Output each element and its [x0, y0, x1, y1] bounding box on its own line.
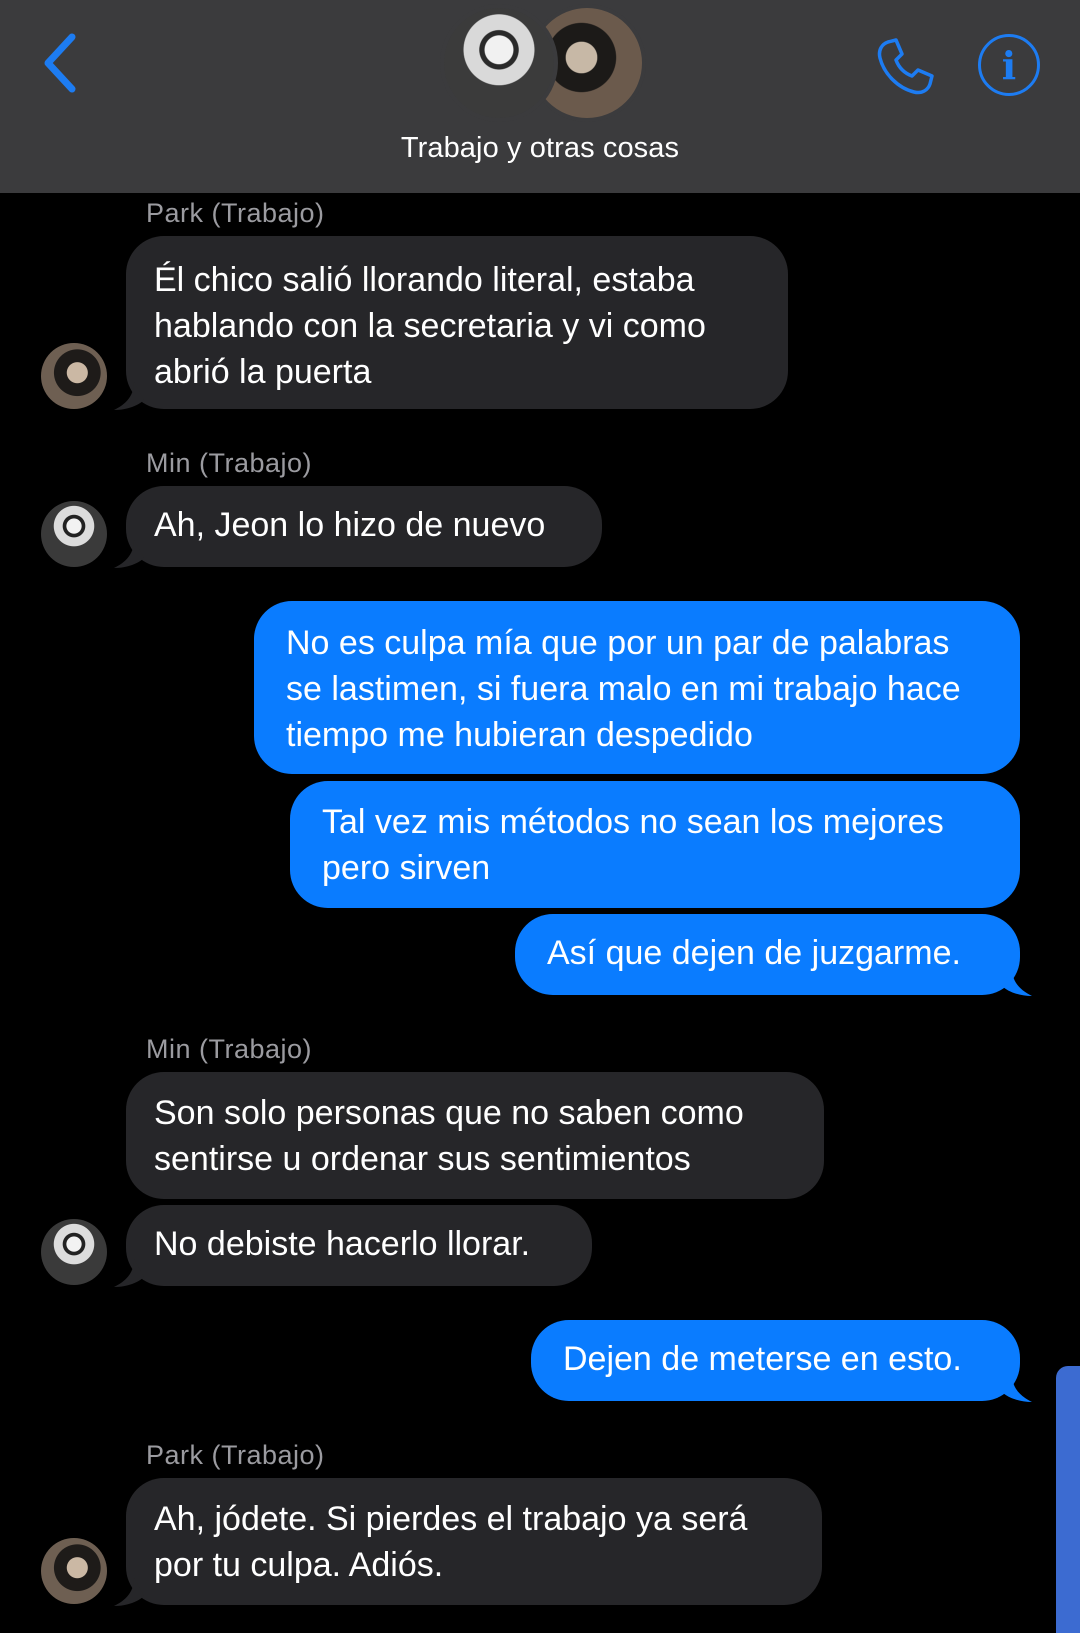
group-avatars[interactable] [440, 4, 646, 122]
sender-name: Min (Trabajo) [146, 448, 313, 478]
avatar[interactable] [41, 1219, 107, 1285]
back-button[interactable] [30, 28, 90, 98]
message-bubble-outgoing[interactable]: No es culpa mía que por un par de palabr… [254, 601, 1020, 774]
avatar[interactable] [41, 1538, 107, 1604]
group-title[interactable]: Trabajo y otras cosas [0, 132, 1080, 165]
call-button[interactable] [870, 32, 940, 102]
message-bubble-incoming[interactable]: Ah, Jeon lo hizo de nuevo [126, 486, 602, 567]
bubble-tail [114, 540, 144, 568]
bubble-tail [114, 1578, 144, 1606]
sender-name: Park (Trabajo) [146, 198, 325, 228]
bubble-tail [1002, 968, 1032, 996]
avatar[interactable] [41, 501, 107, 567]
sender-name: Park (Trabajo) [146, 1440, 325, 1470]
bubble-tail [1002, 1374, 1032, 1402]
info-icon: i [1001, 42, 1017, 88]
message-bubble-outgoing[interactable]: Dejen de meterse en esto. [531, 1320, 1020, 1401]
avatar[interactable] [41, 343, 107, 409]
message-bubble-incoming[interactable]: Él chico salió llorando literal, estaba … [126, 236, 788, 409]
bubble-tail [114, 382, 144, 410]
bubble-tail [114, 1259, 144, 1287]
message-bubble-outgoing[interactable]: Así que dejen de juzgarme. [515, 914, 1020, 995]
message-bubble-incoming[interactable]: No debiste hacerlo llorar. [126, 1205, 592, 1286]
message-bubble-incoming[interactable]: Son solo personas que no saben como sent… [126, 1072, 824, 1199]
phone-icon [877, 38, 934, 95]
conversation-header: Trabajo y otras cosas i [0, 0, 1080, 193]
chevron-left-icon [44, 33, 76, 93]
sender-name: Min (Trabajo) [146, 1034, 313, 1064]
info-button[interactable]: i [978, 34, 1040, 96]
scrollbar[interactable] [1056, 1366, 1080, 1633]
message-bubble-outgoing[interactable]: Tal vez mis métodos no sean los mejores … [290, 781, 1020, 908]
avatar-min [440, 4, 558, 122]
message-bubble-incoming[interactable]: Ah, jódete. Si pierdes el trabajo ya ser… [126, 1478, 822, 1605]
